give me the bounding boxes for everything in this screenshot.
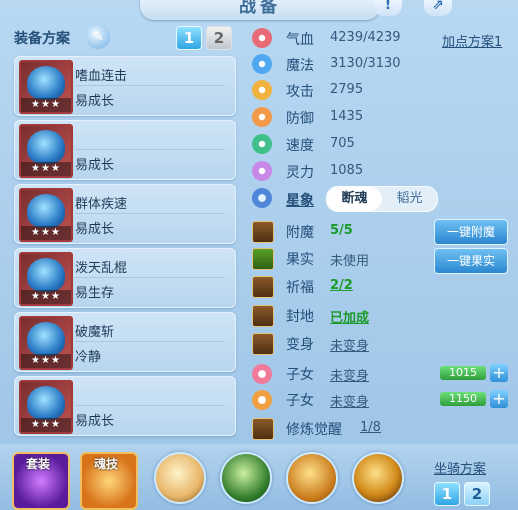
battle-prep-panel: 战备 ! ⇗ 装备方案 ✎ 1 2 ★★★ 嗜血连击 易成长 ★★★ 易成长 ★… bbox=[0, 0, 518, 510]
shield-icon bbox=[252, 107, 272, 127]
child-icon bbox=[252, 364, 272, 384]
pet-avatar: ★★★ bbox=[19, 380, 73, 434]
add-child-exp-button[interactable]: + bbox=[490, 390, 508, 408]
fief-icon bbox=[252, 305, 274, 327]
pet-trait: 易成长 bbox=[75, 414, 115, 429]
scheme-tab-2[interactable]: 2 bbox=[206, 26, 232, 50]
pet-skill: 群体疾速 bbox=[75, 197, 128, 212]
pet-stars: ★★★ bbox=[21, 290, 71, 304]
equip-slot-3[interactable] bbox=[286, 452, 338, 504]
cultivation-icon bbox=[252, 418, 274, 440]
title-bar: 战备 bbox=[140, 0, 380, 20]
star-option-duanhun[interactable]: 断魂 bbox=[327, 187, 382, 211]
pet-avatar: ★★★ bbox=[19, 316, 73, 370]
scheme-label: 装备方案 bbox=[14, 31, 70, 47]
one-click-fruit-button[interactable]: 一键果实 bbox=[434, 248, 508, 274]
pet-avatar: ★★★ bbox=[19, 252, 73, 306]
pet-skill: 嗜血连击 bbox=[75, 69, 128, 84]
pet-skill: 泼天乱棍 bbox=[75, 261, 128, 276]
suit-label: 套装 bbox=[26, 457, 51, 471]
transform-icon bbox=[252, 333, 274, 355]
pet-card[interactable]: ★★★ 破魔斩 冷静 bbox=[14, 312, 236, 372]
star-sign-toggle[interactable]: 断魂 韬光 bbox=[326, 186, 438, 212]
sword-icon bbox=[252, 80, 272, 100]
star-sign-icon bbox=[252, 188, 272, 208]
heart-icon bbox=[252, 28, 272, 48]
pet-avatar: ★★★ bbox=[19, 60, 73, 114]
pet-card[interactable]: ★★★ 易成长 bbox=[14, 120, 236, 180]
star-option-taoguang[interactable]: 韬光 bbox=[382, 187, 437, 211]
equip-slot-1[interactable] bbox=[154, 452, 206, 504]
scheme-tab-1[interactable]: 1 bbox=[176, 26, 202, 50]
soul-skill-label: 魂技 bbox=[94, 457, 119, 471]
mount-scheme-label: 坐骑方案 bbox=[434, 462, 487, 477]
child-exp-bar: 1015 bbox=[440, 366, 486, 380]
pet-card[interactable]: ★★★ 嗜血连击 易成长 bbox=[14, 56, 236, 116]
star-sign-label[interactable]: 星象 bbox=[286, 190, 314, 210]
mount-tab-2[interactable]: 2 bbox=[464, 482, 490, 506]
pet-stars: ★★★ bbox=[21, 418, 71, 432]
pet-trait: 冷静 bbox=[75, 350, 102, 365]
pet-stars: ★★★ bbox=[21, 226, 71, 240]
help-icon[interactable]: ! bbox=[374, 0, 402, 16]
pet-stars: ★★★ bbox=[21, 354, 71, 368]
pet-stars: ★★★ bbox=[21, 162, 71, 176]
share-icon[interactable]: ⇗ bbox=[424, 0, 452, 16]
pet-avatar: ★★★ bbox=[19, 188, 73, 242]
blessing-icon bbox=[252, 276, 274, 298]
pet-trait: 易生存 bbox=[75, 286, 115, 301]
pet-stars: ★★★ bbox=[21, 98, 71, 112]
equip-slot-4[interactable] bbox=[352, 452, 404, 504]
pet-skill: 破魔斩 bbox=[75, 325, 115, 340]
edit-pen-icon[interactable]: ✎ bbox=[86, 25, 110, 49]
spirit-icon bbox=[252, 161, 272, 181]
fruit-icon bbox=[252, 248, 274, 270]
diamond-icon bbox=[252, 54, 272, 74]
one-click-enchant-button[interactable]: 一键附魔 bbox=[434, 219, 508, 245]
pet-trait: 易成长 bbox=[75, 222, 115, 237]
enchant-icon bbox=[252, 221, 274, 243]
pet-card[interactable]: ★★★ 易成长 bbox=[14, 376, 236, 436]
page-title: 战备 bbox=[239, 0, 281, 17]
pet-avatar: ★★★ bbox=[19, 124, 73, 178]
equip-slot-2[interactable] bbox=[220, 452, 272, 504]
lightning-icon bbox=[252, 134, 272, 154]
pet-trait: 易成长 bbox=[75, 158, 115, 173]
child-exp-bar: 1150 bbox=[440, 392, 486, 406]
pet-card[interactable]: ★★★ 群体疾速 易成长 bbox=[14, 184, 236, 244]
pet-card[interactable]: ★★★ 泼天乱棍 易生存 bbox=[14, 248, 236, 308]
pet-trait: 易成长 bbox=[75, 94, 115, 109]
add-child-exp-button[interactable]: + bbox=[490, 364, 508, 382]
add-points-scheme-link[interactable]: 加点方案1 bbox=[442, 31, 502, 50]
mount-tab-1[interactable]: 1 bbox=[434, 482, 460, 506]
child-icon bbox=[252, 390, 272, 410]
